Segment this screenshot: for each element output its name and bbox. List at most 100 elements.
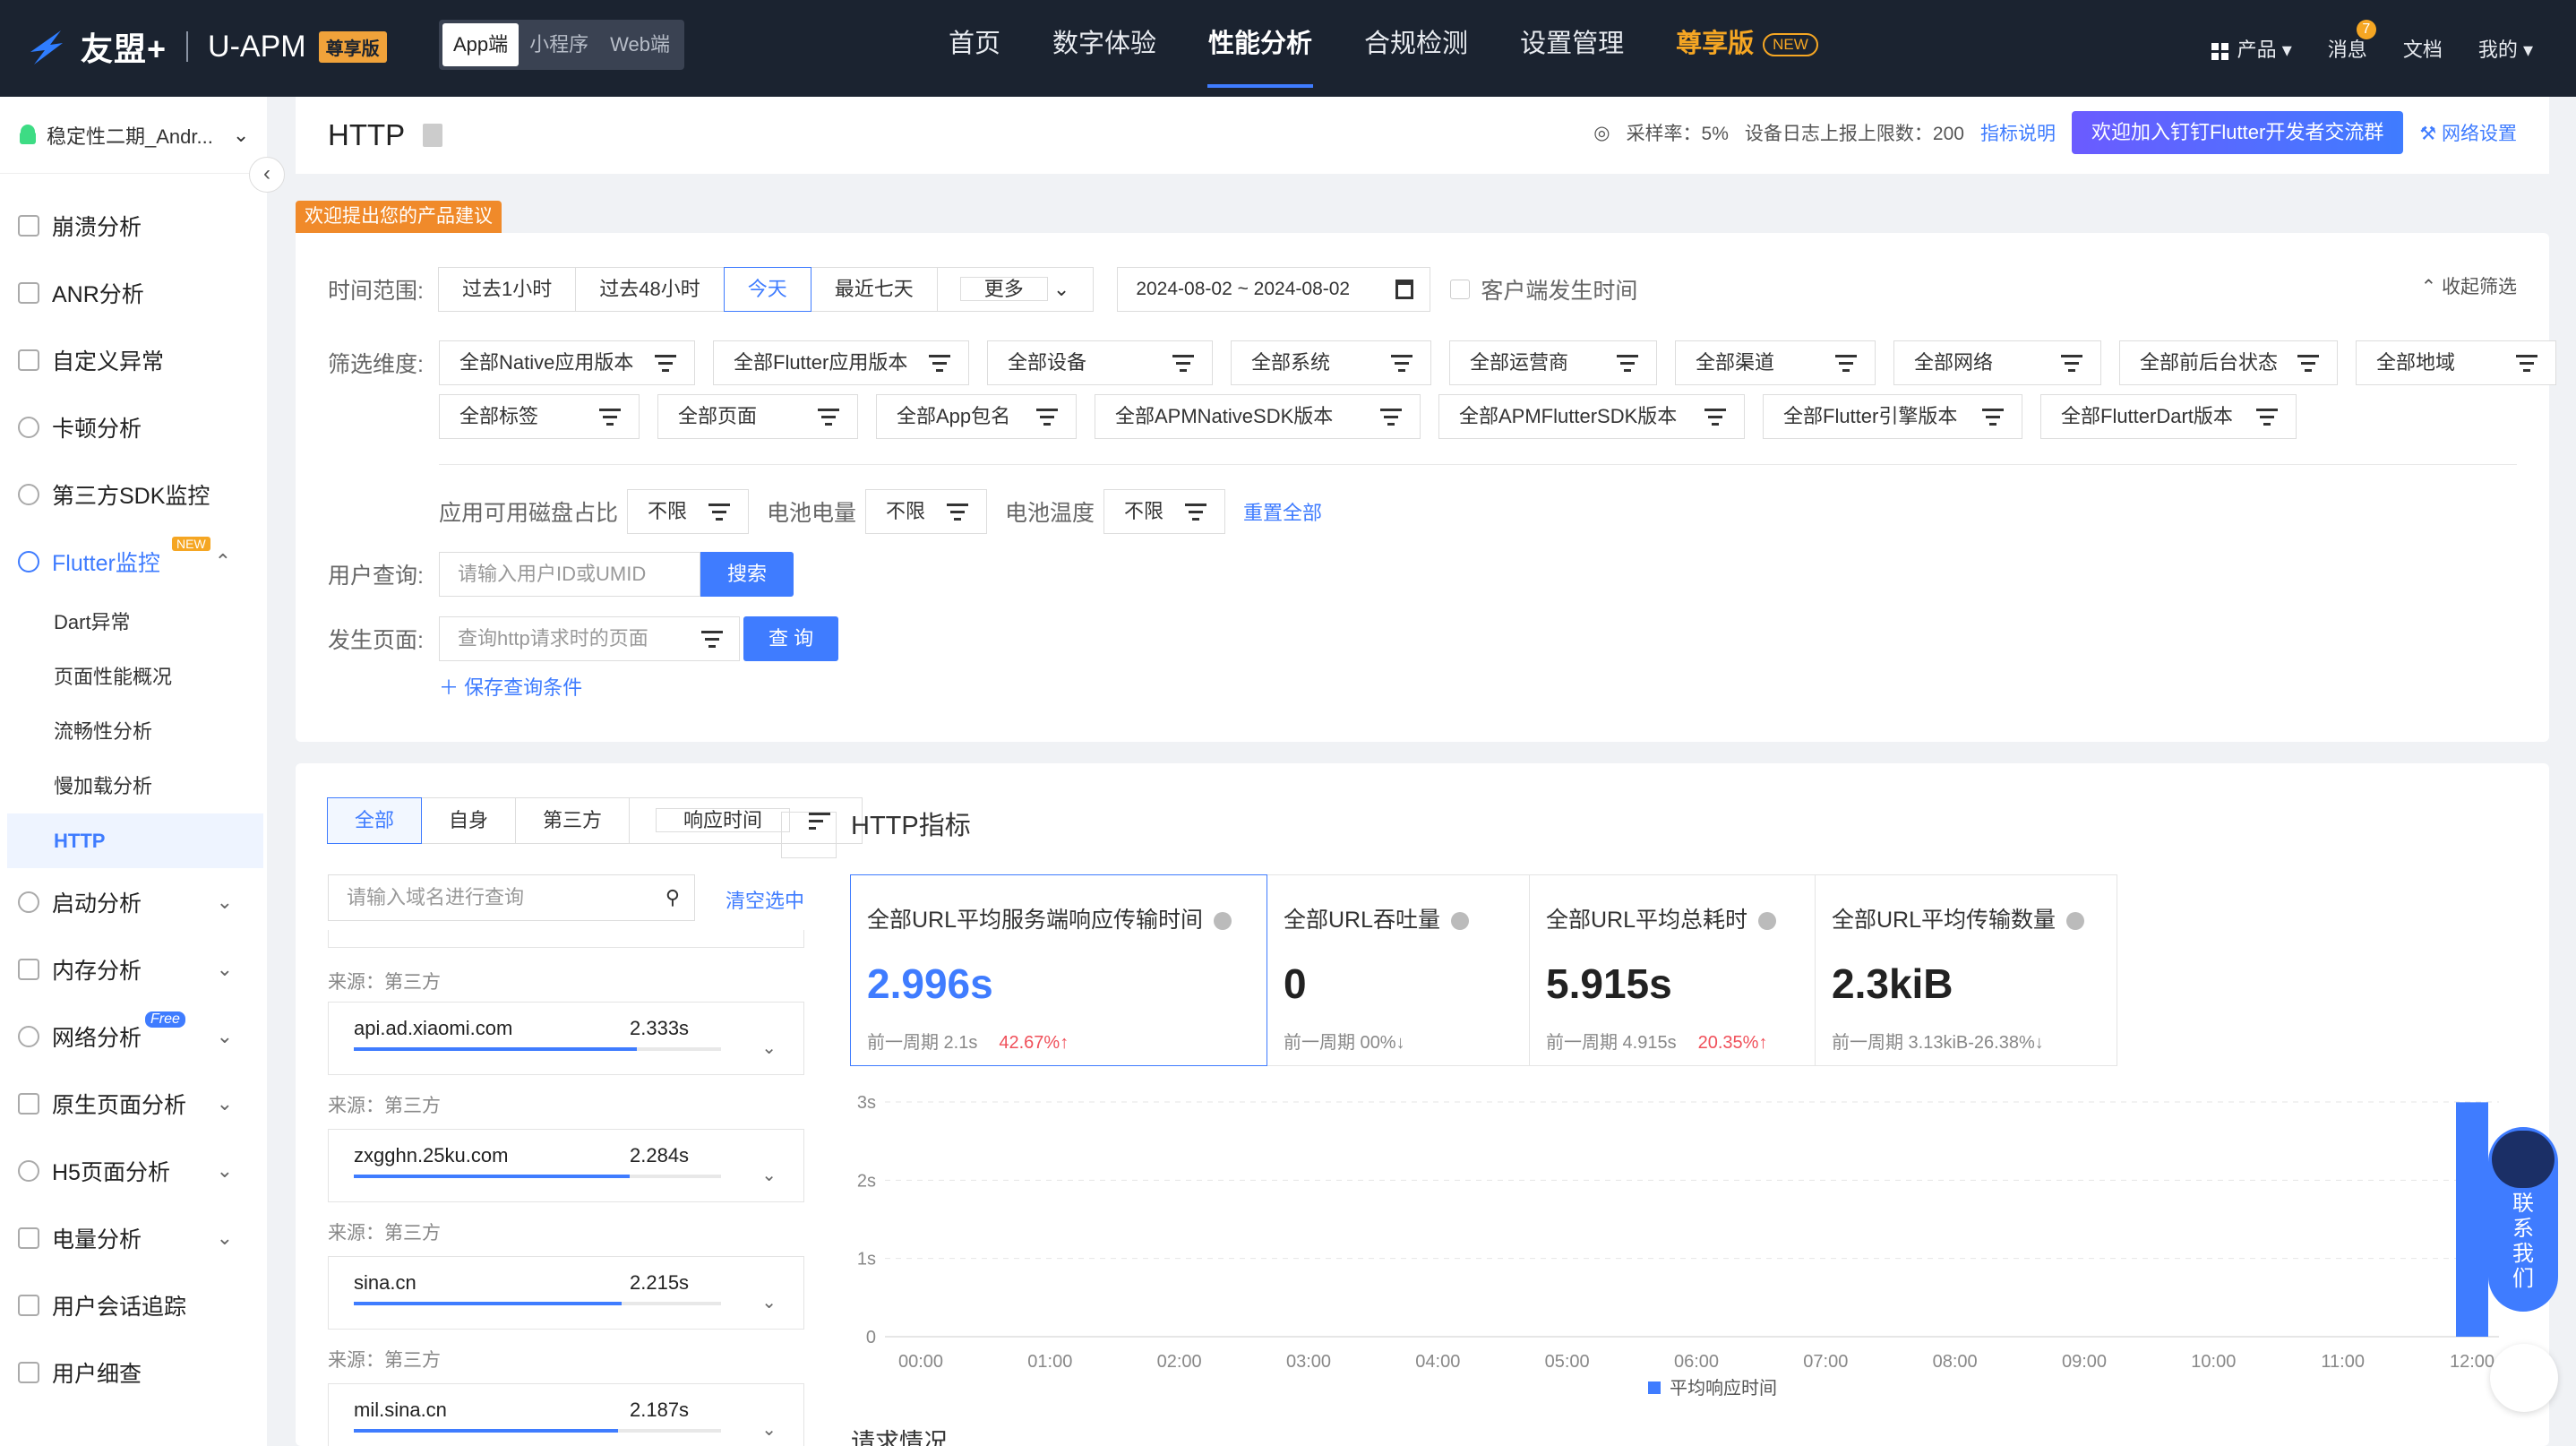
- domain-card[interactable]: sina.cn 2.215s ⌄: [328, 1256, 804, 1330]
- bookmark-icon[interactable]: [423, 124, 443, 147]
- docs-link[interactable]: 文档: [2403, 34, 2443, 63]
- dimension-filter[interactable]: 全部前后台状态: [2119, 340, 2338, 385]
- metric-card[interactable]: 全部URL平均服务端响应传输时间 2.996s 前一周期 2.1s 42.67%↑: [850, 874, 1267, 1066]
- mine-menu[interactable]: 我的 ▾: [2478, 34, 2533, 63]
- page-select[interactable]: 查询http请求时的页面: [439, 616, 740, 661]
- chevron-down-icon: ⌄: [761, 1166, 777, 1185]
- dimension-filter[interactable]: 全部APMFlutterSDK版本: [1438, 394, 1745, 439]
- page-icon: [18, 1092, 39, 1115]
- dimension-filter[interactable]: 全部运营商: [1449, 340, 1657, 385]
- battery-select[interactable]: 不限: [865, 489, 988, 534]
- sidebar-item-h5-page[interactable]: H5页面分析 ⌄: [0, 1137, 267, 1204]
- dimension-filter[interactable]: 全部地域: [2356, 340, 2556, 385]
- time-7d[interactable]: 最近七天: [810, 267, 938, 312]
- tab-all[interactable]: 全部: [327, 797, 423, 844]
- domain-search-input[interactable]: 请输入域名进行查询 ⚲: [328, 874, 695, 921]
- sidebar-item-flutter[interactable]: Flutter监控 NEW ⌃: [0, 528, 267, 595]
- app-selector[interactable]: 稳定性二期_Andr... ⌄: [0, 97, 267, 174]
- products-menu[interactable]: 产品 ▾: [2211, 34, 2292, 63]
- dimension-filter[interactable]: 全部网络: [1893, 340, 2101, 385]
- client-time-checkbox[interactable]: [1450, 280, 1471, 299]
- logo[interactable]: 友盟+ U-APM 尊享版: [25, 18, 387, 75]
- domain-card[interactable]: zxgghn.25ku.com 2.284s ⌄: [328, 1129, 804, 1202]
- messages-link[interactable]: 消息 7: [2328, 20, 2376, 63]
- disk-select[interactable]: 不限: [627, 489, 750, 534]
- dimension-filter[interactable]: 全部设备: [987, 340, 1213, 385]
- query-button[interactable]: 查 询: [743, 616, 839, 661]
- sidebar-item-launch[interactable]: 启动分析 ⌄: [0, 868, 267, 935]
- dimension-filter[interactable]: 全部渠道: [1675, 340, 1876, 385]
- dimension-filter[interactable]: 全部APMNativeSDK版本: [1095, 394, 1421, 439]
- code-help-icon[interactable]: [2490, 1344, 2558, 1412]
- sidebar-item-network[interactable]: 网络分析 Free ⌄: [0, 1003, 267, 1070]
- dimension-filter[interactable]: 全部Flutter应用版本: [713, 340, 969, 385]
- dimension-filter[interactable]: 全部页面: [657, 394, 858, 439]
- network-settings-link[interactable]: ⚒ 网络设置: [2419, 119, 2517, 146]
- sidebar-item-native-page[interactable]: 原生页面分析 ⌄: [0, 1070, 267, 1137]
- metric-card[interactable]: 全部URL平均传输数量 2.3kiB 前一周期 3.13kiB-26.38%↓: [1815, 874, 2117, 1066]
- time-more[interactable]: 更多 ⌄: [936, 267, 1095, 312]
- metric-card[interactable]: 全部URL吞吐量 0 前一周期 00%↓: [1267, 874, 1530, 1066]
- dimension-filter[interactable]: 全部Native应用版本: [439, 340, 695, 385]
- temperature-select[interactable]: 不限: [1103, 489, 1226, 534]
- domain-card[interactable]: mil.sina.cn 2.187s ⌄: [328, 1383, 804, 1446]
- nav-premium[interactable]: 尊享版 NEW: [1650, 0, 1844, 97]
- dimension-filter[interactable]: 全部Flutter引擎版本: [1763, 394, 2022, 439]
- suggestion-tab[interactable]: 欢迎提出您的产品建议: [296, 201, 502, 233]
- sidebar-item-memory[interactable]: 内存分析 ⌄: [0, 935, 267, 1003]
- list-item[interactable]: ⌄: [328, 930, 804, 948]
- sidebar-subitem-page-perf[interactable]: 页面性能概况: [0, 650, 267, 704]
- sidebar-subitem-smoothness[interactable]: 流畅性分析: [0, 704, 267, 759]
- dimension-filter[interactable]: 全部系统: [1231, 340, 1431, 385]
- info-icon[interactable]: [1758, 912, 1777, 931]
- sidebar-item-crash[interactable]: 崩溃分析: [0, 192, 267, 259]
- dimension-filter[interactable]: 全部App包名: [876, 394, 1077, 439]
- search-button[interactable]: 搜索: [700, 552, 794, 597]
- contact-us-button[interactable]: 联系我们: [2488, 1127, 2558, 1312]
- sidebar-item-custom-exception[interactable]: 自定义异常: [0, 326, 267, 393]
- info-icon[interactable]: [1214, 912, 1232, 931]
- nav-digital-experience[interactable]: 数字体验: [1026, 0, 1182, 97]
- date-range-picker[interactable]: 2024-08-02 ~ 2024-08-02: [1117, 267, 1431, 312]
- time-48h[interactable]: 过去48小时: [575, 267, 725, 312]
- nav-settings[interactable]: 设置管理: [1494, 0, 1650, 97]
- dimension-filter[interactable]: 全部FlutterDart版本: [2040, 394, 2297, 439]
- nav-compliance[interactable]: 合规检测: [1338, 0, 1494, 97]
- sidebar-item-user-detail[interactable]: 用户细查: [0, 1338, 267, 1406]
- metric-help-link[interactable]: 指标说明: [1980, 119, 2056, 146]
- dimension-filter[interactable]: 全部标签: [439, 394, 640, 439]
- collapse-filter-button[interactable]: ⌃ 收起筛选: [2421, 272, 2517, 299]
- sidebar-subitem-slow-load[interactable]: 慢加载分析: [0, 759, 267, 813]
- nav-performance[interactable]: 性能分析: [1182, 0, 1338, 97]
- nav-home[interactable]: 首页: [923, 0, 1026, 97]
- domain-card[interactable]: api.ad.xiaomi.com 2.333s ⌄: [328, 1002, 804, 1075]
- sidebar-item-lag[interactable]: 卡顿分析: [0, 393, 267, 460]
- domain-response-time: 2.187s: [630, 1399, 690, 1421]
- save-query-link[interactable]: ＋ 保存查询条件: [439, 672, 582, 701]
- tab-own[interactable]: 自身: [421, 797, 517, 844]
- sort-response-time[interactable]: 响应时间: [629, 797, 863, 858]
- reset-all-link[interactable]: 重置全部: [1243, 497, 1322, 526]
- metric-compare: 前一周期 4.915s 20.35%↑: [1546, 1028, 1799, 1054]
- sidebar-subitem-http[interactable]: HTTP: [7, 813, 263, 868]
- tab-third-party[interactable]: 第三方: [515, 797, 631, 844]
- sidebar-item-third-sdk[interactable]: 第三方SDK监控: [0, 460, 267, 528]
- sidebar-item-anr[interactable]: ANR分析: [0, 259, 267, 326]
- platform-miniprogram[interactable]: 小程序: [519, 23, 599, 66]
- chart-bar[interactable]: [2456, 1102, 2488, 1337]
- sidebar-subitem-dart[interactable]: Dart异常: [0, 595, 267, 650]
- time-1h[interactable]: 过去1小时: [438, 267, 577, 312]
- sidebar-item-battery[interactable]: 电量分析 ⌄: [0, 1204, 267, 1271]
- sidebar-collapse-button[interactable]: ‹: [249, 157, 285, 193]
- info-icon[interactable]: [1451, 912, 1470, 931]
- clear-selection-link[interactable]: 清空选中: [726, 885, 804, 914]
- join-group-button[interactable]: 欢迎加入钉钉Flutter开发者交流群: [2071, 111, 2404, 154]
- time-today[interactable]: 今天: [723, 267, 811, 312]
- sidebar-item-session-trace[interactable]: 用户会话追踪: [0, 1271, 267, 1338]
- platform-app[interactable]: App端: [442, 23, 519, 66]
- user-id-input[interactable]: 请输入用户ID或UMID: [439, 552, 700, 597]
- launch-icon: [18, 891, 39, 913]
- metric-card[interactable]: 全部URL平均总耗时 5.915s 前一周期 4.915s 20.35%↑: [1529, 874, 1816, 1066]
- info-icon[interactable]: [2066, 912, 2085, 931]
- platform-web[interactable]: Web端: [599, 23, 681, 66]
